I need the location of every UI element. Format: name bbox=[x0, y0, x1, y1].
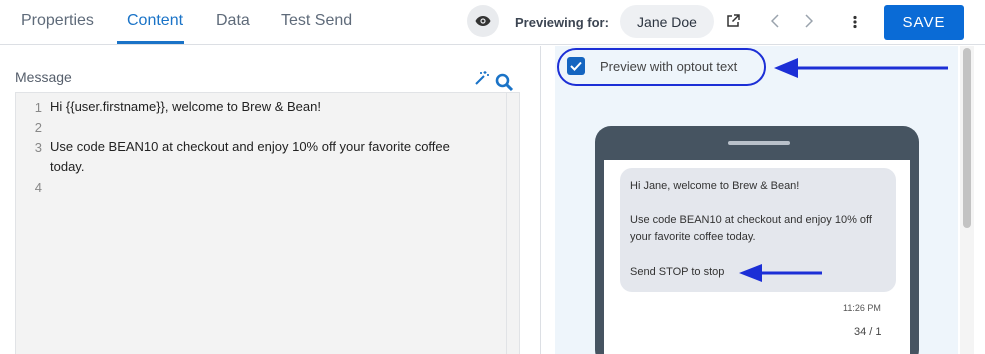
message-label: Message bbox=[15, 69, 72, 85]
sms-timestamp: 11:26 PM bbox=[843, 303, 881, 313]
message-editor[interactable]: 1 2 3 4 Hi {{user.firstname}}, welcome t… bbox=[15, 92, 520, 354]
pane-divider[interactable] bbox=[540, 46, 541, 354]
external-link-button[interactable] bbox=[725, 13, 741, 29]
line-number: 1 bbox=[34, 100, 42, 115]
preview-user-name: Jane Doe bbox=[637, 13, 697, 30]
magic-wand-icon bbox=[475, 71, 489, 85]
previous-user-button[interactable] bbox=[767, 12, 783, 30]
optout-checkbox-label[interactable]: Preview with optout text bbox=[600, 59, 737, 74]
top-bar: Properties Content Data Test Send Previe… bbox=[0, 0, 985, 45]
line-number: 2 bbox=[34, 120, 42, 135]
phone-speaker bbox=[728, 141, 790, 145]
arrow-left-icon bbox=[739, 264, 822, 282]
line-number: 3 bbox=[34, 140, 42, 155]
previewing-for-label: Previewing for: bbox=[515, 15, 609, 30]
search-icon bbox=[495, 73, 513, 91]
character-count: 34 / 1 bbox=[854, 326, 882, 338]
preview-toggle-button[interactable] bbox=[467, 5, 499, 37]
check-icon bbox=[570, 61, 582, 71]
optout-checkbox[interactable] bbox=[567, 57, 585, 75]
app-root: Properties Content Data Test Send Previe… bbox=[0, 0, 985, 354]
tab-test-send[interactable]: Test Send bbox=[281, 12, 352, 30]
save-button[interactable]: SAVE bbox=[884, 5, 964, 40]
tab-content[interactable]: Content bbox=[127, 12, 183, 30]
chevron-left-icon bbox=[771, 14, 779, 28]
line-number-gutter: 1 2 3 4 bbox=[16, 93, 46, 354]
arrow-left-icon bbox=[774, 58, 948, 78]
next-user-button[interactable] bbox=[801, 12, 817, 30]
active-tab-indicator bbox=[117, 41, 184, 44]
preview-scrollbar-thumb[interactable] bbox=[963, 48, 971, 228]
editor-line-1[interactable]: Hi {{user.firstname}}, welcome to Brew &… bbox=[50, 97, 480, 117]
more-options-button[interactable] bbox=[848, 13, 862, 31]
more-vertical-icon bbox=[853, 15, 857, 29]
magic-wand-button[interactable] bbox=[474, 70, 490, 86]
editor-line-3[interactable]: Use code BEAN10 at checkout and enjoy 10… bbox=[50, 137, 480, 177]
preview-user-selector[interactable]: Jane Doe bbox=[620, 5, 714, 38]
chevron-right-icon bbox=[805, 14, 813, 28]
editor-scrollbar[interactable] bbox=[506, 93, 520, 354]
tab-data[interactable]: Data bbox=[216, 12, 250, 30]
search-button[interactable] bbox=[494, 72, 514, 92]
external-link-icon bbox=[727, 14, 740, 27]
eye-icon bbox=[475, 16, 491, 26]
sms-greeting: Hi Jane, welcome to Brew & Bean! bbox=[630, 180, 800, 192]
line-number: 4 bbox=[34, 180, 42, 195]
tab-properties[interactable]: Properties bbox=[21, 12, 94, 30]
sms-offer: Use code BEAN10 at checkout and enjoy 10… bbox=[630, 214, 872, 243]
